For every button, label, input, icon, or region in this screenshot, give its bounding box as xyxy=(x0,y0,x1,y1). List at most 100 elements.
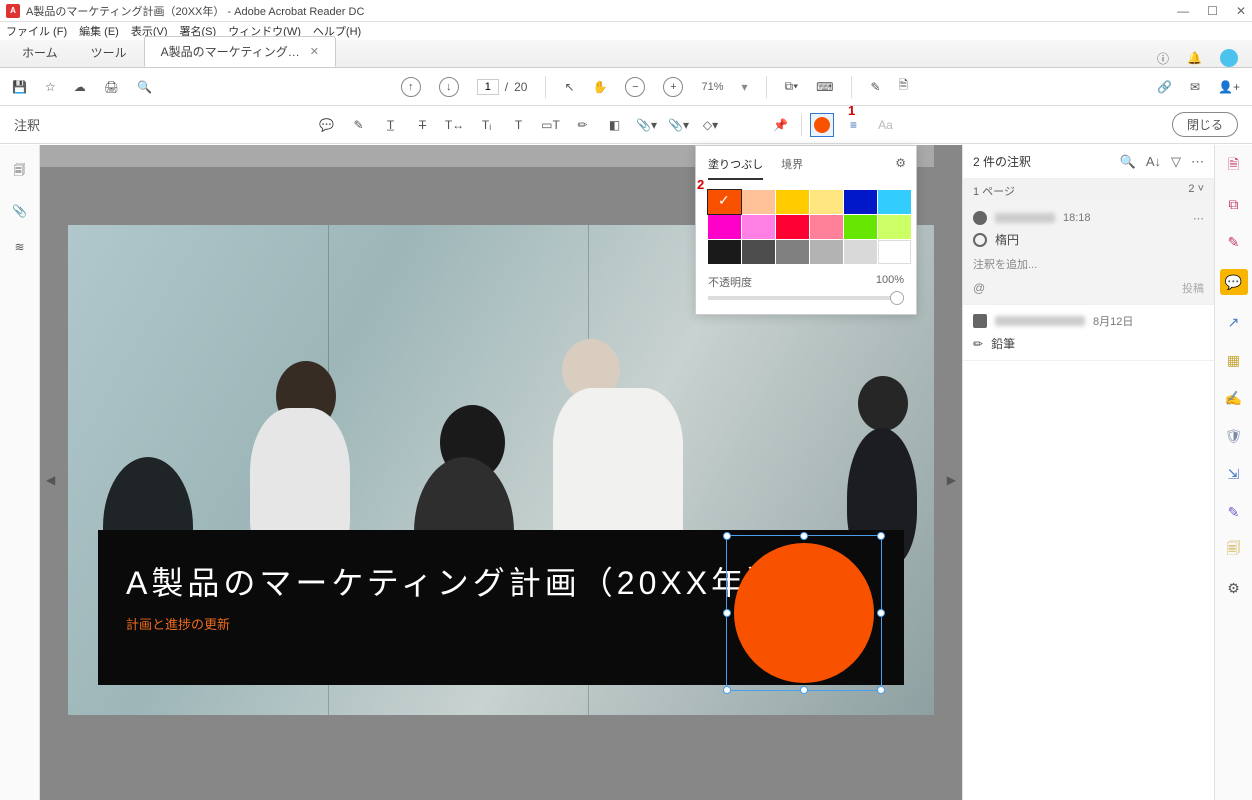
selection-box[interactable] xyxy=(726,535,882,691)
prev-page-arrow[interactable]: ◀ xyxy=(46,473,55,487)
comment-item-1[interactable]: 18:18 ⋯ 楕円 注釈を追加... @ 投稿 xyxy=(963,203,1214,305)
post-button[interactable]: 投稿 xyxy=(1182,280,1204,296)
page-current-input[interactable] xyxy=(477,79,499,95)
protect-icon[interactable]: 🛡 xyxy=(1223,425,1245,447)
comment-item-2[interactable]: 8月12日 ✏鉛筆 xyxy=(963,305,1214,361)
pointer-tool-icon[interactable]: ↖ xyxy=(564,80,574,94)
comments-sort-icon[interactable]: A↓ xyxy=(1146,154,1161,169)
more-tools-icon[interactable]: ⚙ xyxy=(1223,577,1245,599)
popover-settings-icon[interactable]: ⚙ xyxy=(895,156,906,170)
fill-color-button[interactable] xyxy=(810,113,834,137)
comments-filter-icon[interactable]: ▽ xyxy=(1171,154,1181,170)
color-swatch[interactable] xyxy=(742,190,775,214)
menu-edit[interactable]: 編集 (E) xyxy=(79,23,119,39)
comments-more-icon[interactable]: ⋯ xyxy=(1191,154,1204,170)
page-up-icon[interactable]: ↑ xyxy=(401,77,421,97)
color-swatch[interactable] xyxy=(844,190,877,214)
tab-tools[interactable]: ツール xyxy=(75,38,144,67)
read-mode-icon[interactable]: ⌨ xyxy=(816,80,833,94)
attachments-icon[interactable]: 📎 xyxy=(12,204,27,218)
save-icon[interactable]: 💾 xyxy=(12,80,27,94)
export-icon[interactable]: ↗ xyxy=(1223,311,1245,333)
redact-icon[interactable]: ✎ xyxy=(1223,501,1245,523)
comments-page-group[interactable]: 1 ページ 2 ˅ xyxy=(963,179,1214,203)
compare-icon[interactable]: 🗐 xyxy=(1223,539,1245,561)
create-pdf-icon[interactable]: 🗎 xyxy=(1223,155,1245,177)
compress-icon[interactable]: ⇲ xyxy=(1223,463,1245,485)
text-box-icon[interactable]: ▭T xyxy=(539,113,563,137)
add-person-icon[interactable]: 👤+ xyxy=(1218,80,1240,94)
color-swatch[interactable] xyxy=(878,240,911,264)
color-swatch[interactable] xyxy=(878,215,911,239)
tab-document[interactable]: A製品のマーケティング… ✕ xyxy=(144,36,336,67)
color-swatch[interactable] xyxy=(810,240,843,264)
insert-text-icon[interactable]: Tᵢ xyxy=(475,113,499,137)
sticky-note-icon[interactable]: 💬 xyxy=(315,113,339,137)
color-swatch[interactable] xyxy=(878,190,911,214)
text-tool-icon[interactable]: T xyxy=(507,113,531,137)
print-icon[interactable]: 🖨 xyxy=(104,80,119,94)
page-down-icon[interactable]: ↓ xyxy=(439,77,459,97)
pin-icon[interactable]: 📌 xyxy=(769,113,793,137)
mail-icon[interactable]: ✉ xyxy=(1190,80,1200,94)
shapes-icon[interactable]: ◇▾ xyxy=(699,113,723,137)
color-swatch[interactable] xyxy=(708,190,741,214)
replace-text-icon[interactable]: T↔ xyxy=(443,113,467,137)
cloud-upload-icon[interactable]: ☁ xyxy=(74,80,86,94)
color-swatch[interactable] xyxy=(708,215,741,239)
eraser-icon[interactable]: ◧ xyxy=(603,113,627,137)
highlight-icon[interactable]: ✎ xyxy=(347,113,371,137)
color-swatch[interactable] xyxy=(742,240,775,264)
layers-icon[interactable]: ≋ xyxy=(14,240,24,254)
menu-file[interactable]: ファイル (F) xyxy=(6,23,67,39)
thumbnails-icon[interactable]: 🗐 xyxy=(14,161,26,182)
comment-panel-icon[interactable]: 💬 xyxy=(1220,269,1248,295)
maximize-button[interactable]: ☐ xyxy=(1207,4,1218,18)
border-tab[interactable]: 境界 xyxy=(781,156,803,180)
add-comment-input[interactable]: 注釈を追加... xyxy=(973,256,1204,272)
share-tool-icon[interactable]: 🗎 xyxy=(899,76,909,97)
mention-icon[interactable]: @ xyxy=(973,281,985,295)
comment-more-icon[interactable]: ⋯ xyxy=(1193,212,1204,225)
fit-width-icon[interactable]: ⧉▾ xyxy=(785,79,799,94)
comments-search-icon[interactable]: 🔍 xyxy=(1120,154,1136,170)
color-swatch[interactable] xyxy=(844,240,877,264)
strikethrough-icon[interactable]: T xyxy=(411,113,435,137)
edit-pdf-icon[interactable]: ✎ xyxy=(1223,231,1245,253)
tab-close-icon[interactable]: ✕ xyxy=(310,45,319,58)
attachment-icon[interactable]: 📎▾ xyxy=(667,113,691,137)
font-style-icon[interactable]: Aa xyxy=(874,113,898,137)
close-annotation-button[interactable]: 閉じる xyxy=(1172,112,1238,137)
combine-icon[interactable]: ⧉ xyxy=(1223,193,1245,215)
zoom-in-icon[interactable]: + xyxy=(663,77,683,97)
tab-home[interactable]: ホーム xyxy=(6,38,75,67)
link-icon[interactable]: 🔗 xyxy=(1157,80,1172,94)
help-icon[interactable]: ⓘ xyxy=(1157,50,1169,67)
notification-icon[interactable]: 🔔 xyxy=(1187,51,1202,65)
zoom-value[interactable]: 71% xyxy=(701,81,723,93)
fill-sign-icon[interactable]: ✍ xyxy=(1223,387,1245,409)
opacity-slider[interactable] xyxy=(708,296,904,300)
hand-tool-icon[interactable]: ✋ xyxy=(593,80,608,94)
color-swatch[interactable] xyxy=(810,190,843,214)
star-icon[interactable]: ☆ xyxy=(45,80,56,94)
minimize-button[interactable]: — xyxy=(1177,4,1189,18)
color-swatch[interactable] xyxy=(844,215,877,239)
color-swatch[interactable] xyxy=(776,190,809,214)
close-window-button[interactable]: ✕ xyxy=(1236,4,1246,18)
sign-tool-icon[interactable]: ✎ xyxy=(870,80,880,94)
zoom-out-icon[interactable]: − xyxy=(625,77,645,97)
pencil-icon[interactable]: ✏ xyxy=(571,113,595,137)
color-swatch[interactable] xyxy=(776,215,809,239)
color-swatch[interactable] xyxy=(742,215,775,239)
user-avatar[interactable] xyxy=(1220,49,1238,67)
stamp-icon[interactable]: 📎▾ xyxy=(635,113,659,137)
color-swatch[interactable] xyxy=(810,215,843,239)
color-swatch[interactable] xyxy=(708,240,741,264)
organize-icon[interactable]: ▦ xyxy=(1223,349,1245,371)
underline-text-icon[interactable]: T̲ xyxy=(379,113,403,137)
search-icon[interactable]: 🔍 xyxy=(137,80,152,94)
fill-tab[interactable]: 塗りつぶし xyxy=(708,156,763,180)
next-page-arrow[interactable]: ▶ xyxy=(947,473,956,487)
color-swatch[interactable] xyxy=(776,240,809,264)
